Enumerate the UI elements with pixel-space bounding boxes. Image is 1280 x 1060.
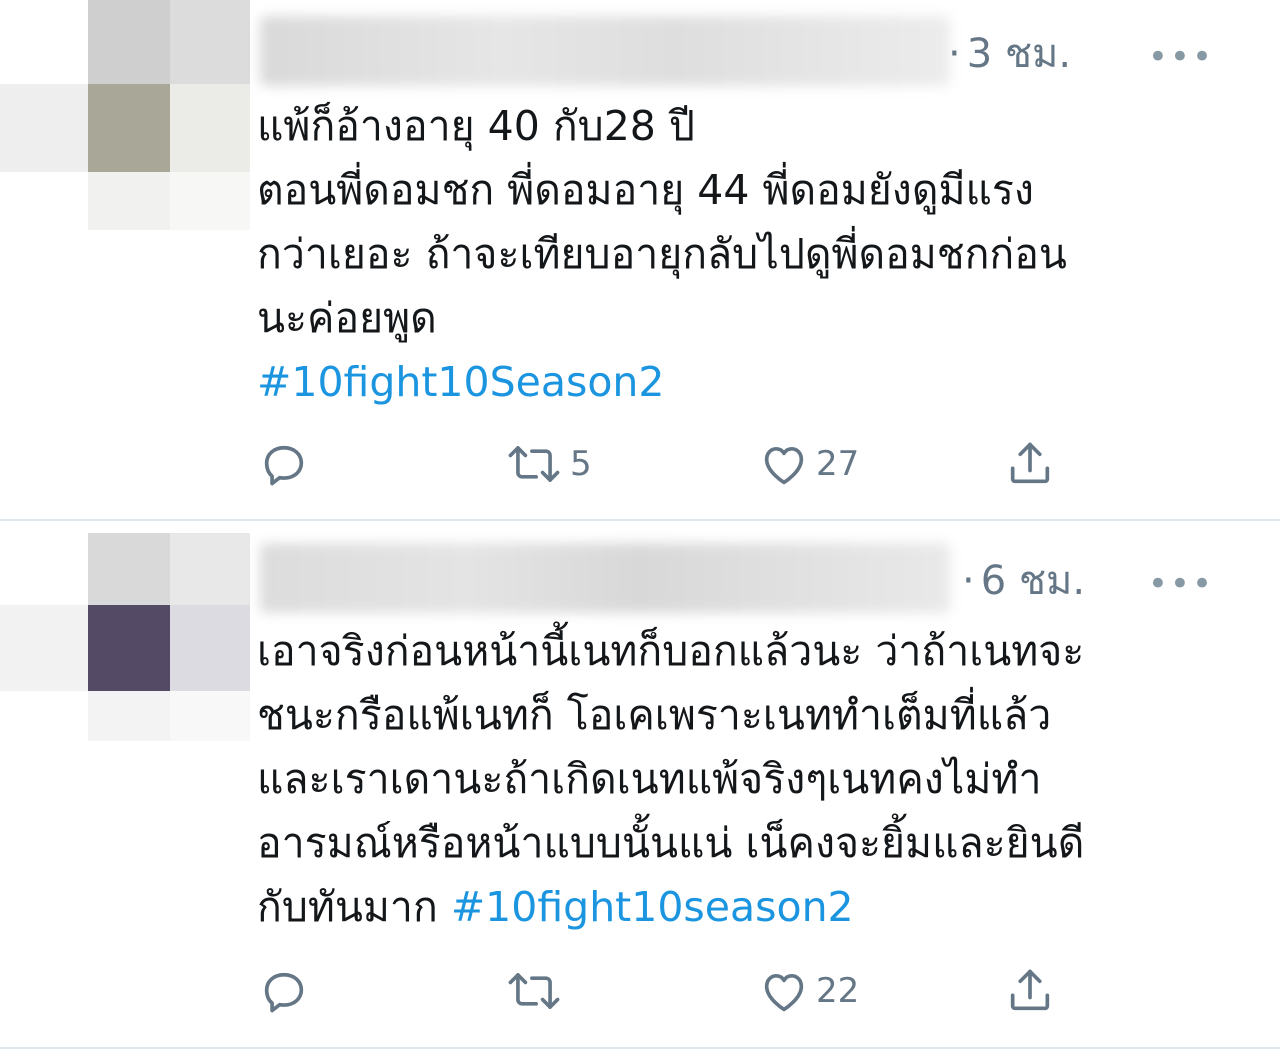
retweet-button[interactable]: 5	[504, 434, 592, 494]
like-icon	[758, 965, 810, 1017]
tweet-text: เอาจริงก่อนหน้านี้เนทก็บอกแล้วนะ ว่าถ้าเ…	[257, 619, 1217, 939]
blurred-username[interactable]	[260, 543, 950, 613]
avatar[interactable]	[0, 521, 250, 751]
like-count: 27	[816, 444, 860, 484]
retweet-count: 5	[570, 444, 592, 484]
tweet-feed: · 3 ชม. ••• แพ้ก็อ้างอายุ 40 กับ28 ปี ตอน…	[0, 0, 1280, 1060]
tweet-text-line: นะค่อยพูด	[257, 294, 437, 342]
reply-button[interactable]	[258, 434, 316, 494]
tweet-text-line: เอาจริงก่อนหน้านี้เนทก็บอกแล้วนะ ว่าถ้าเ…	[257, 627, 1085, 675]
tweet-text-line: กับทันมาก #10fight10season2	[257, 875, 1217, 939]
reply-icon	[258, 965, 310, 1017]
tweet-text-line: ชนะกรือแพ้เนทก็ โอเคเพราะเนททำเต็มที่แล้…	[257, 691, 1052, 739]
tweet-text-line: แพ้ก็อ้างอายุ 40 กับ28 ปี	[257, 102, 695, 150]
tweet-actions: 5 27	[258, 434, 1078, 494]
share-button[interactable]	[1004, 434, 1056, 494]
reply-icon	[258, 438, 310, 490]
tweet-timestamp[interactable]: · 3 ชม.	[948, 34, 1071, 74]
share-icon	[1004, 438, 1056, 490]
like-button[interactable]: 27	[758, 434, 859, 494]
like-icon	[758, 438, 810, 490]
like-count: 22	[816, 971, 860, 1011]
share-icon	[1004, 965, 1056, 1017]
tweet-text-line: อารมณ์หรือหน้าแบบนั้นแน่ เน็คงจะยิ้มและย…	[257, 819, 1085, 867]
blurred-username[interactable]	[260, 16, 950, 86]
retweet-icon	[504, 438, 564, 490]
hashtag-link[interactable]: #10fight10season2	[451, 883, 854, 931]
tweet-text: แพ้ก็อ้างอายุ 40 กับ28 ปี ตอนพี่ดอมชก พี…	[257, 94, 1217, 414]
tweet-timestamp[interactable]: · 6 ชม.	[962, 561, 1085, 601]
share-button[interactable]	[1004, 961, 1056, 1021]
more-icon[interactable]: •••	[1148, 567, 1214, 601]
like-button[interactable]: 22	[758, 961, 859, 1021]
reply-button[interactable]	[258, 961, 316, 1021]
more-icon[interactable]: •••	[1148, 40, 1214, 74]
hashtag-link[interactable]: #10fight10Season2	[257, 350, 1217, 414]
tweet[interactable]: · 3 ชม. ••• แพ้ก็อ้างอายุ 40 กับ28 ปี ตอน…	[0, 0, 1280, 520]
tweet-text-fragment: กับทันมาก	[257, 883, 451, 931]
tweet-actions: 22	[258, 961, 1078, 1021]
tweet-divider	[0, 1047, 1280, 1049]
avatar[interactable]	[0, 0, 250, 230]
tweet-text-line: ตอนพี่ดอมชก พี่ดอมอายุ 44 พี่ดอมยังดูมีแ…	[257, 166, 1034, 214]
tweet-text-line: กว่าเยอะ ถ้าจะเทียบอายุกลับไปดูพี่ดอมชกก…	[257, 230, 1067, 278]
tweet-text-line: และเราเดานะถ้าเกิดเนทแพ้จริงๆเนทคงไม่ทำ	[257, 755, 1042, 803]
retweet-icon	[504, 965, 564, 1017]
tweet[interactable]: · 6 ชม. ••• เอาจริงก่อนหน้านี้เนทก็บอกแล้…	[0, 521, 1280, 1048]
retweet-button[interactable]	[504, 961, 570, 1021]
